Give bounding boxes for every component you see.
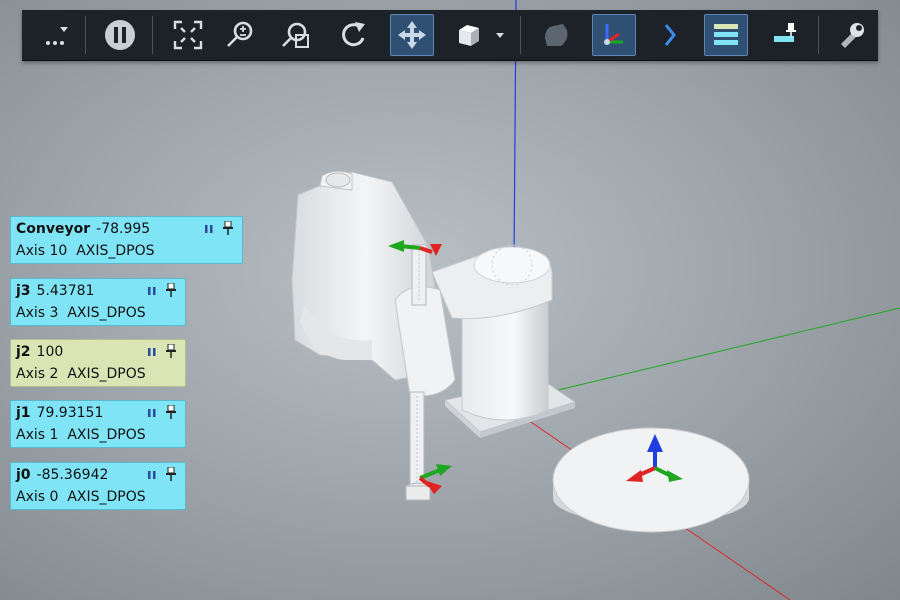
axis-card-j3[interactable]: j3 5.43781 Axis 3 AXIS_DPOS (10, 278, 186, 326)
pin-panel-button[interactable] (764, 14, 808, 56)
axes-button[interactable] (592, 14, 636, 56)
move-icon (398, 21, 426, 49)
list-panel-button[interactable] (704, 14, 748, 56)
chevron-down-icon (496, 33, 504, 38)
axes-icon (604, 24, 623, 45)
axis-mode: AXIS_DPOS (67, 366, 146, 382)
axis-mode: AXIS_DPOS (67, 489, 146, 505)
pause-icon[interactable] (147, 408, 157, 418)
pause-icon[interactable] (147, 470, 157, 480)
axis-mode: AXIS_DPOS (67, 305, 146, 321)
expand-button[interactable] (648, 14, 692, 56)
axis-name: j2 (16, 344, 31, 360)
list-panel-icon (714, 24, 738, 45)
tool-icon (841, 23, 864, 48)
zoom-window-button[interactable] (274, 14, 318, 56)
axis-name: j3 (16, 283, 31, 299)
axis-value: -85.36942 (36, 467, 109, 483)
pin-panel-icon (774, 23, 796, 42)
chevron-right-icon (664, 24, 676, 46)
pause-icon[interactable] (147, 286, 157, 296)
tool-settings-button[interactable] (830, 14, 874, 56)
fit-view-button[interactable] (166, 14, 210, 56)
pause-icon[interactable] (147, 347, 157, 357)
object-icon (545, 24, 568, 46)
world-y-axis-line (524, 307, 900, 399)
more-options-button[interactable] (34, 14, 78, 56)
axis-mode: AXIS_DPOS (76, 243, 155, 259)
zoom-button[interactable] (218, 14, 262, 56)
robot-model[interactable] (291, 170, 577, 501)
fit-view-icon (173, 20, 203, 50)
pause-icon[interactable] (204, 224, 214, 234)
axis-card-conveyor[interactable]: Conveyor -78.995 Axis 10 AXIS_DPOS (10, 216, 243, 264)
pause-icon (105, 20, 135, 50)
axis-card-j1[interactable]: j1 79.93151 Axis 1 AXIS_DPOS (10, 400, 186, 448)
axis-number: Axis 1 (16, 427, 59, 443)
cube-view-dropdown[interactable] (490, 14, 510, 56)
viewport-toolbar (22, 10, 878, 61)
axis-value: 79.93151 (36, 405, 104, 421)
pin-icon[interactable] (222, 221, 234, 235)
pin-icon[interactable] (165, 344, 177, 358)
cube-view-button[interactable] (446, 14, 490, 56)
axis-card-j2[interactable]: j2 100 Axis 2 AXIS_DPOS (10, 339, 186, 387)
axis-value: -78.995 (96, 221, 151, 237)
axis-name: j1 (16, 405, 31, 421)
axis-number: Axis 2 (16, 366, 59, 382)
axis-number: Axis 10 (16, 243, 68, 259)
axis-mode: AXIS_DPOS (67, 427, 146, 443)
more-options-icon (46, 27, 68, 45)
axis-number: Axis 0 (16, 489, 59, 505)
axis-number: Axis 3 (16, 305, 59, 321)
zoom-icon (227, 21, 253, 47)
rotate-view-button[interactable] (332, 14, 376, 56)
pin-icon[interactable] (165, 405, 177, 419)
axis-name: j0 (16, 467, 31, 483)
rotate-view-icon (342, 22, 365, 47)
cube-view-icon (459, 25, 479, 46)
zoom-window-icon (282, 22, 309, 48)
axis-value: 5.43781 (36, 283, 95, 299)
axis-name: Conveyor (16, 221, 91, 237)
axis-card-j0[interactable]: j0 -85.36942 Axis 0 AXIS_DPOS (10, 462, 186, 510)
object-button[interactable] (534, 14, 578, 56)
pin-icon[interactable] (165, 467, 177, 481)
pause-button[interactable] (98, 14, 142, 56)
axis-value: 100 (36, 344, 64, 360)
pin-icon[interactable] (165, 283, 177, 297)
move-button[interactable] (390, 14, 434, 56)
